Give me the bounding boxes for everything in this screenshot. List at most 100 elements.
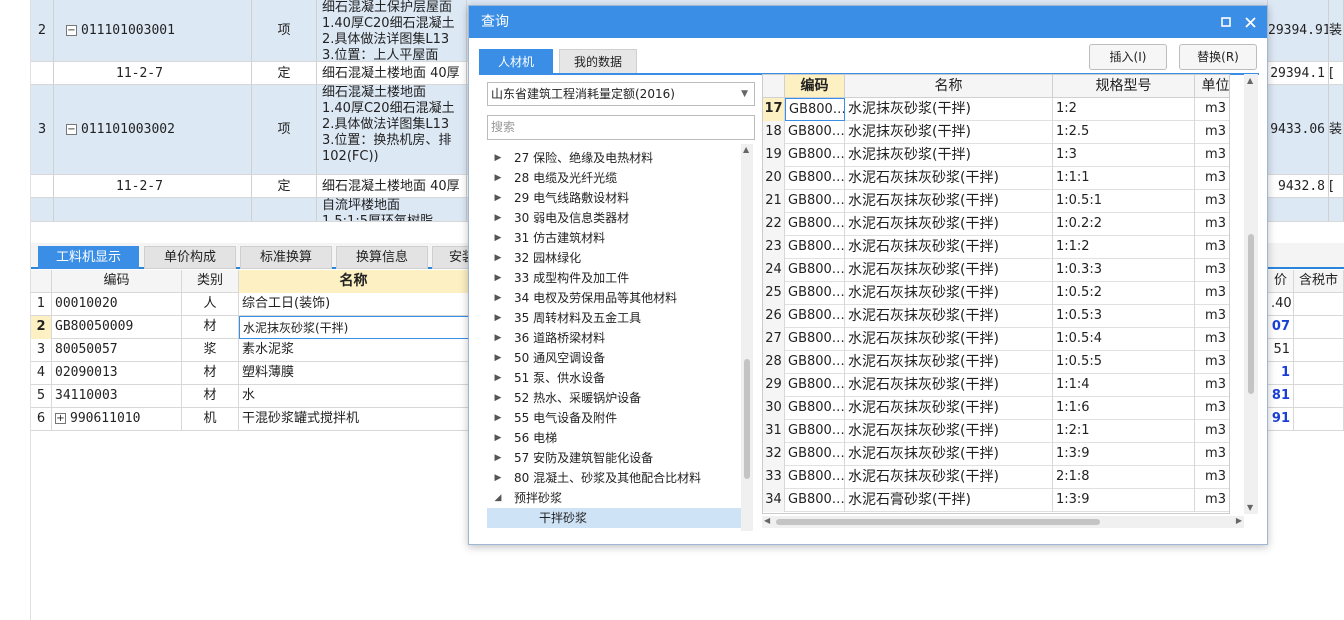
expand-arrow-icon[interactable]: ▶	[493, 268, 503, 288]
maximize-icon[interactable]	[1215, 6, 1237, 38]
tree-node[interactable]: ▶ 33 成型构件及加工件	[487, 268, 743, 288]
tree-node[interactable]: ▶ 56 电梯	[487, 428, 743, 448]
result-row[interactable]: 30 GB800… 水泥石灰抹灰砂浆(干拌) 1:1:6 m3	[763, 397, 1229, 420]
tree-node[interactable]: ▶ 31 仿古建筑材料	[487, 228, 743, 248]
search-input[interactable]: 搜索	[487, 115, 755, 140]
tree-node-selected[interactable]: 干拌砂浆	[487, 508, 743, 528]
expand-arrow-icon[interactable]: ▶	[493, 228, 503, 248]
tree-node[interactable]: ▶ 80 混凝土、砂浆及其他配合比材料	[487, 468, 743, 488]
tree-node[interactable]: ▶ 28 电缆及光纤光缆	[487, 168, 743, 188]
col-price[interactable]: 价	[1267, 270, 1294, 293]
tree-node[interactable]: ▶ 51 泵、供水设备	[487, 368, 743, 388]
insert-button[interactable]: 插入(I)	[1089, 44, 1167, 70]
expand-arrow-icon[interactable]: ▶	[493, 348, 503, 368]
result-row[interactable]: 32 GB800… 水泥石灰抹灰砂浆(干拌) 1:3:9 m3	[763, 443, 1229, 466]
bill-code[interactable]: −011101003002	[54, 85, 252, 174]
tab-material-display[interactable]: 工料机显示	[38, 246, 139, 269]
result-row[interactable]: 29 GB800… 水泥石灰抹灰砂浆(干拌) 1:1:4 m3	[763, 374, 1229, 397]
result-row[interactable]: 19 GB800… 水泥抹灰砂浆(干拌) 1:3 m3	[763, 144, 1229, 167]
col-name[interactable]: 名称	[239, 270, 469, 293]
result-row[interactable]: 21 GB800… 水泥石灰抹灰砂浆(干拌) 1:0.5:1 m3	[763, 190, 1229, 213]
grid-hscroll-thumb[interactable]	[776, 519, 1100, 525]
tree-node[interactable]: 湿拌砂浆	[487, 528, 743, 531]
tab-labor-material-machine[interactable]: 人材机	[479, 49, 553, 74]
result-row[interactable]: 20 GB800… 水泥石灰抹灰砂浆(干拌) 1:1:1 m3	[763, 167, 1229, 190]
expand-arrow-icon[interactable]: ▶	[493, 468, 503, 488]
bill-code-text: 011101003001	[81, 23, 175, 38]
tree-node[interactable]: ▶ 55 电气设备及附件	[487, 408, 743, 428]
expand-icon[interactable]: +	[55, 413, 66, 424]
expand-arrow-icon[interactable]: ▶	[493, 388, 503, 408]
col-code[interactable]: 编码	[52, 270, 182, 293]
tree-node-open[interactable]: ◢ 预拌砂浆	[487, 488, 743, 508]
tab-conversion-info[interactable]: 换算信息	[336, 246, 428, 269]
bill-type: 项	[252, 0, 317, 61]
tree-node[interactable]: ▶ 32 园林绿化	[487, 248, 743, 268]
grid-hscrollbar[interactable]: ◀ ▶	[762, 516, 1244, 528]
expand-arrow-icon[interactable]: ▶	[493, 448, 503, 468]
tree-node[interactable]: ▶ 35 周转材料及五金工具	[487, 308, 743, 328]
replace-button[interactable]: 替换(R)	[1179, 44, 1257, 70]
tab-unit-price[interactable]: 单价构成	[144, 246, 236, 269]
result-row[interactable]: 27 GB800… 水泥石灰抹灰砂浆(干拌) 1:0.5:4 m3	[763, 328, 1229, 351]
grid-col-name[interactable]: 名称	[845, 75, 1053, 98]
bill-code[interactable]	[54, 198, 252, 221]
collapse-icon[interactable]: −	[66, 25, 77, 36]
expand-arrow-icon[interactable]: ▶	[493, 188, 503, 208]
tree-node[interactable]: ▶ 27 保险、绝缘及电热材料	[487, 148, 743, 168]
expand-arrow-icon[interactable]: ▶	[493, 408, 503, 428]
bill-description[interactable]: 细石混凝土楼地面 40厚	[317, 175, 467, 197]
bill-description[interactable]: 细石混凝土楼地面 40厚	[317, 62, 467, 84]
tree-node[interactable]: ▶ 34 电杈及劳保用品等其他材料	[487, 288, 743, 308]
collapse-arrow-icon[interactable]: ◢	[493, 488, 503, 508]
expand-arrow-icon[interactable]: ▶	[493, 368, 503, 388]
result-row[interactable]: 31 GB800… 水泥石灰抹灰砂浆(干拌) 1:2:1 m3	[763, 420, 1229, 443]
result-row[interactable]: 17 GB800… 水泥抹灰砂浆(干拌) 1:2 m3	[763, 98, 1229, 121]
result-row[interactable]: 22 GB800… 水泥石灰抹灰砂浆(干拌) 1:0.2:2 m3	[763, 213, 1229, 236]
result-row[interactable]: 33 GB800… 水泥石灰抹灰砂浆(干拌) 2:1:8 m3	[763, 466, 1229, 489]
result-row[interactable]: 25 GB800… 水泥石灰抹灰砂浆(干拌) 1:0.5:2 m3	[763, 282, 1229, 305]
grid-vscroll-thumb[interactable]	[1248, 234, 1254, 394]
grid-col-code[interactable]: 编码	[785, 75, 845, 98]
bill-code[interactable]: −011101003001	[54, 0, 252, 61]
result-row[interactable]: 18 GB800… 水泥抹灰砂浆(干拌) 1:2.5 m3	[763, 121, 1229, 144]
col-category[interactable]: 类别	[182, 270, 239, 293]
tree-node[interactable]: ▶ 52 热水、采暖锅炉设备	[487, 388, 743, 408]
result-row[interactable]: 26 GB800… 水泥石灰抹灰砂浆(干拌) 1:0.5:3 m3	[763, 305, 1229, 328]
tree-node[interactable]: ▶ 50 通风空调设备	[487, 348, 743, 368]
tree-node[interactable]: ▶ 29 电气线路敷设材料	[487, 188, 743, 208]
expand-arrow-icon[interactable]: ▶	[493, 168, 503, 188]
tree-scrollbar[interactable]: ▲	[741, 144, 753, 531]
expand-arrow-icon[interactable]: ▶	[493, 208, 503, 228]
expand-arrow-icon[interactable]: ▶	[493, 248, 503, 268]
tree-node[interactable]: ▶ 36 道路桥梁材料	[487, 328, 743, 348]
expand-arrow-icon[interactable]: ▶	[493, 428, 503, 448]
tab-my-data[interactable]: 我的数据	[559, 49, 637, 74]
bill-description[interactable]: 细石混凝土保护层屋面 1.40厚C20细石混凝土 2.具体做法详图集L13 3.位置：…	[317, 0, 467, 61]
result-row[interactable]: 24 GB800… 水泥石灰抹灰砂浆(干拌) 1:0.3:3 m3	[763, 259, 1229, 282]
result-row[interactable]: 23 GB800… 水泥石灰抹灰砂浆(干拌) 1:1:2 m3	[763, 236, 1229, 259]
col-tax-price[interactable]: 含税市	[1294, 270, 1344, 293]
expand-arrow-icon[interactable]: ▶	[493, 288, 503, 308]
quota-library-select[interactable]: 山东省建筑工程消耗量定额(2016) ▼	[487, 82, 755, 106]
expand-arrow-icon[interactable]: ▶	[493, 308, 503, 328]
grid-col-unit[interactable]: 单位	[1195, 75, 1229, 98]
result-row[interactable]: 28 GB800… 水泥石灰抹灰砂浆(干拌) 1:0.5:5 m3	[763, 351, 1229, 374]
bill-description[interactable]: 自流坪楼地面1.5:1:5厚环氧树脂	[317, 198, 467, 221]
grid-vscrollbar[interactable]: ▲ ▼	[1244, 74, 1258, 514]
expand-arrow-icon[interactable]: ▶	[493, 148, 503, 168]
bill-description[interactable]: 细石混凝土楼地面 1.40厚C20细石混凝土 2.具体做法详图集L13 3.位置：换热…	[317, 85, 467, 174]
tree-scroll-thumb[interactable]	[744, 359, 750, 479]
tree-node[interactable]: ▶ 30 弱电及信息类器材	[487, 208, 743, 228]
result-row-number: 34	[763, 489, 785, 512]
grid-col-spec[interactable]: 规格型号	[1053, 75, 1195, 98]
result-row[interactable]: 34 GB800… 水泥石膏砂浆(干拌) 1:3:9 m3	[763, 489, 1229, 512]
bill-code[interactable]: 11-2-7	[54, 175, 252, 197]
bill-code[interactable]: 11-2-7	[54, 62, 252, 84]
close-icon[interactable]	[1239, 6, 1261, 38]
expand-arrow-icon[interactable]: ▶	[493, 328, 503, 348]
tab-standard-conversion[interactable]: 标准换算	[240, 246, 332, 269]
collapse-icon[interactable]: −	[66, 124, 77, 135]
tree-node[interactable]: ▶ 57 安防及建筑智能化设备	[487, 448, 743, 468]
dialog-titlebar[interactable]: 查询	[469, 6, 1267, 38]
